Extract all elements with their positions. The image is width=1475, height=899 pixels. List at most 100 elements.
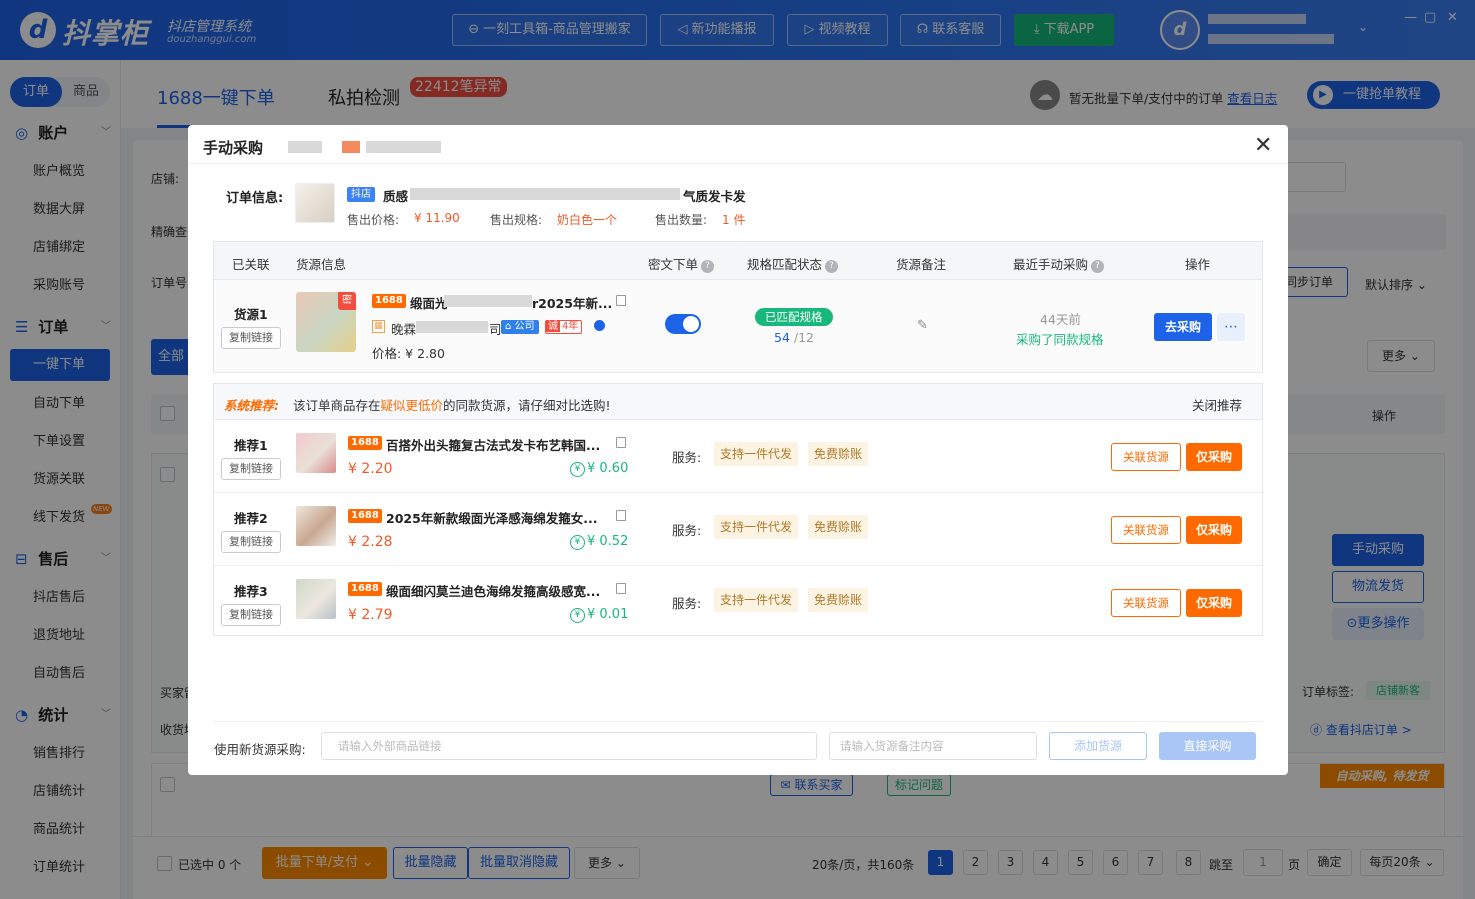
redacted-text — [410, 188, 680, 200]
recommend-label: 推荐3 — [234, 584, 268, 599]
platform-tag: 1688 — [348, 509, 382, 523]
secret-tag: 密 — [338, 292, 356, 310]
col-label: 最近手动采购 — [1013, 257, 1089, 272]
copy-link-button[interactable]: 复制链接 — [221, 604, 281, 626]
recommend-title: 系统推荐: — [224, 398, 279, 413]
spec-match-count: 54 /12 — [774, 330, 814, 345]
spec-match-status: 已匹配规格 — [755, 308, 833, 326]
source-1-title-start[interactable]: 缎面光 — [410, 293, 448, 312]
recommend-rebate: ¥ ¥ 0.01 — [570, 607, 628, 623]
direct-purchase-button[interactable]: 直接采购 — [1159, 732, 1256, 760]
integrity-years: 4年 — [562, 321, 579, 332]
recommend-image[interactable] — [296, 433, 336, 473]
external-link-input[interactable]: 请输入外部商品链接 — [321, 732, 817, 760]
copy-link-button[interactable]: 复制链接 — [221, 458, 281, 480]
only-purchase-button[interactable]: 仅采购 — [1186, 516, 1242, 544]
integrity-mark: 诚 — [546, 321, 560, 332]
redacted-text — [288, 141, 322, 153]
copy-icon[interactable] — [616, 583, 626, 594]
service-tag: 支持一件代发 — [714, 515, 799, 539]
rebate-icon: ¥ — [570, 462, 585, 477]
chat-icon[interactable] — [594, 320, 605, 331]
close-icon[interactable]: ✕ — [1254, 133, 1272, 158]
platform-tag: 1688 — [348, 582, 382, 596]
source-1-title-end[interactable]: r2025年新... — [532, 293, 612, 312]
col-linked: 已关联 — [232, 257, 270, 272]
recommend-rebate: ¥ ¥ 0.60 — [570, 461, 628, 477]
rebate-value: ¥ 0.60 — [587, 461, 629, 476]
copy-link-button[interactable]: 复制链接 — [221, 531, 281, 553]
service-label: 服务: — [672, 523, 702, 538]
sold-qty-label: 售出数量: — [655, 213, 708, 227]
redacted-text — [444, 295, 532, 307]
recommend-image[interactable] — [296, 579, 336, 619]
recommend-price: ¥ 2.28 — [348, 534, 393, 550]
divider — [213, 721, 1263, 722]
recommend-image[interactable] — [296, 506, 336, 546]
recommend-header: 系统推荐: 该订单商品存在疑似更低价的同款货源，请仔细对比选购! 关闭推荐 — [214, 384, 1262, 420]
col-operation: 操作 — [1185, 257, 1211, 272]
add-source-button[interactable]: 添加货源 — [1049, 732, 1147, 760]
col-label: 规格匹配状态 — [747, 257, 823, 272]
col-spec-match: 规格匹配状态? — [747, 254, 839, 273]
rebate-icon: ¥ — [570, 608, 585, 623]
rebate-value: ¥ 0.01 — [587, 607, 629, 622]
copy-icon[interactable] — [616, 437, 626, 448]
go-purchase-button[interactable]: 去采购 — [1154, 313, 1212, 341]
col-source-note: 货源备注 — [896, 257, 947, 272]
modal-title: 手动采购 — [203, 139, 264, 157]
redacted-text — [342, 141, 360, 153]
sold-qty: 1 件 — [722, 213, 746, 227]
service-tag: 免费赊账 — [808, 442, 869, 466]
company-tag-label: 公司 — [514, 321, 535, 332]
rebate-icon: ¥ — [570, 535, 585, 550]
source-note-input[interactable]: 请输入货源备注内容 — [829, 732, 1037, 760]
edit-icon[interactable]: ✎ — [917, 318, 928, 333]
source-table: 已关联 货源信息 密文下单? 规格匹配状态? 货源备注 最近手动采购? 操作 货… — [213, 241, 1263, 373]
link-source-button[interactable]: 关联货源 — [1111, 516, 1181, 544]
secret-order-toggle[interactable] — [665, 314, 701, 334]
msg-text: 该订单商品存在 — [293, 398, 381, 413]
recommend-title[interactable]: 百搭外出头箍复古法式发卡布艺韩国... — [386, 435, 600, 454]
source-1-shop-end: 司 — [489, 322, 502, 337]
matched-count: 54 — [774, 330, 790, 345]
source-1-label: 货源1 — [234, 307, 268, 322]
recommend-row: 推荐2 复制链接 1688 2025年新款缎面光泽感海绵发箍女... ¥ 2.2… — [214, 494, 1262, 566]
recommend-row: 推荐1 复制链接 1688 百搭外出头箍复古法式发卡布艺韩国... ¥ 2.20… — [214, 421, 1262, 493]
only-purchase-button[interactable]: 仅采购 — [1186, 589, 1242, 617]
recommend-message: 该订单商品存在疑似更低价的同款货源，请仔细对比选购! — [293, 395, 611, 414]
order-info-label: 订单信息: — [226, 191, 284, 206]
recommend-row: 推荐3 复制链接 1688 缎面细闪莫兰迪色海绵发箍高级感宽... ¥ 2.79… — [214, 567, 1262, 639]
last-purchase-time: 44天前 — [1040, 312, 1081, 327]
sold-spec-label: 售出规格: — [490, 213, 543, 227]
recommend-title[interactable]: 缎面细闪莫兰迪色海绵发箍高级感宽... — [386, 581, 600, 600]
recommend-label: 推荐2 — [234, 511, 268, 526]
copy-icon[interactable] — [616, 510, 626, 521]
close-recommend-link[interactable]: 关闭推荐 — [1192, 395, 1242, 414]
copy-link-button[interactable]: 复制链接 — [221, 327, 281, 349]
service-label: 服务: — [672, 450, 702, 465]
redacted-text — [366, 141, 441, 153]
bank-icon: ⌂ — [505, 321, 512, 332]
toggle-knob — [683, 316, 699, 332]
service-label: 服务: — [672, 596, 702, 611]
divider — [188, 163, 1288, 164]
recommend-title[interactable]: 2025年新款缎面光泽感海绵发箍女... — [386, 508, 598, 527]
help-icon[interactable]: ? — [825, 260, 839, 273]
redacted-text — [416, 321, 488, 333]
more-icon[interactable]: ⋯ — [1217, 313, 1245, 341]
platform-tag: 1688 — [348, 436, 382, 450]
copy-icon[interactable] — [616, 295, 626, 306]
new-source-label: 使用新货源采购: — [214, 742, 306, 757]
help-icon[interactable]: ? — [701, 260, 715, 273]
service-tag: 支持一件代发 — [714, 588, 799, 612]
col-source-info: 货源信息 — [296, 257, 347, 272]
service-tag: 免费赊账 — [808, 588, 869, 612]
only-purchase-button[interactable]: 仅采购 — [1186, 443, 1242, 471]
service-tag: 支持一件代发 — [714, 442, 799, 466]
help-icon[interactable]: ? — [1091, 260, 1105, 273]
link-source-button[interactable]: 关联货源 — [1111, 589, 1181, 617]
col-secret-order: 密文下单? — [648, 254, 715, 273]
msg-highlight: 疑似更低价 — [380, 398, 444, 413]
link-source-button[interactable]: 关联货源 — [1111, 443, 1181, 471]
